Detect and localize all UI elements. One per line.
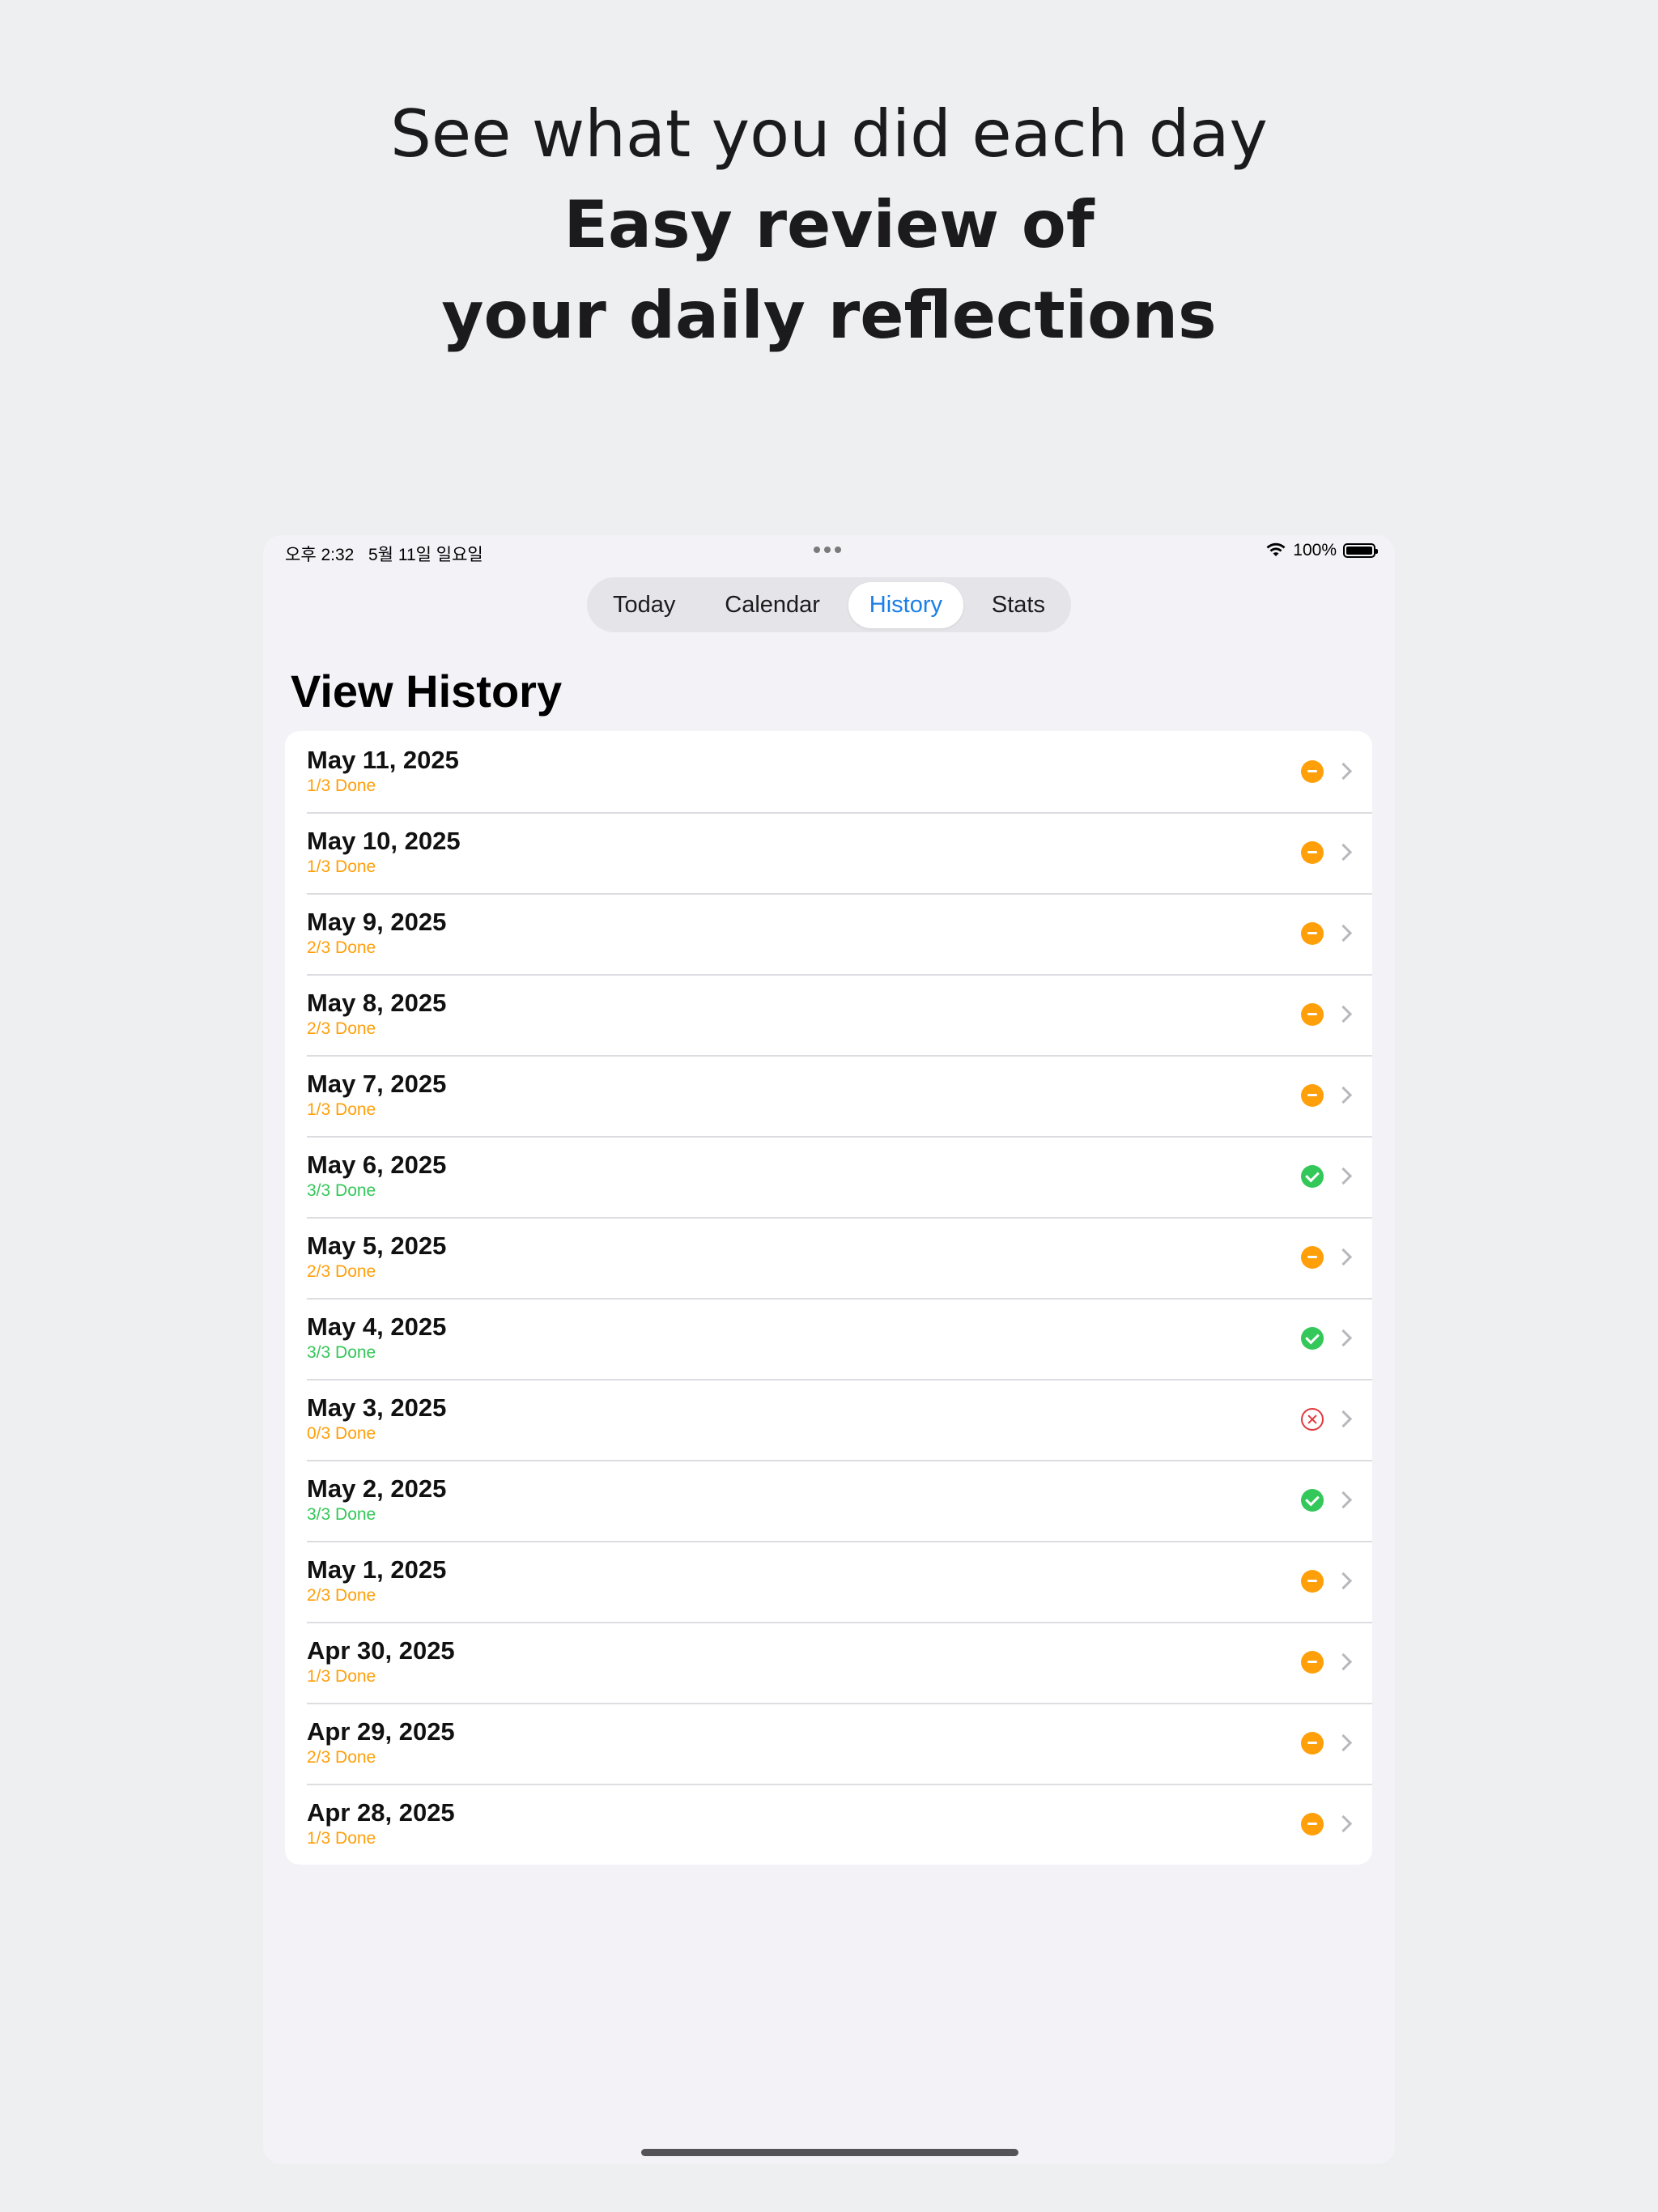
history-date: May 2, 2025 <box>307 1474 447 1503</box>
history-date: May 1, 2025 <box>307 1555 447 1584</box>
chevron-right-icon <box>1334 1005 1353 1023</box>
headline-line-2: Easy review of <box>563 187 1095 262</box>
home-indicator[interactable] <box>641 2149 1018 2156</box>
wifi-icon <box>1266 542 1286 556</box>
tab-history[interactable]: History <box>848 581 964 628</box>
list-item[interactable]: May 2, 2025 3/3 Done <box>285 1460 1372 1541</box>
tab-calendar[interactable]: Calendar <box>704 582 841 628</box>
list-item[interactable]: May 10, 2025 1/3 Done <box>285 812 1372 893</box>
chevron-right-icon <box>1334 1572 1353 1590</box>
battery-icon <box>1343 543 1378 558</box>
device-screen: 오후 2:32 5월 11일 일요일 100% Today Calendar H… <box>263 535 1395 2164</box>
minus-circle-icon <box>1301 760 1324 783</box>
minus-circle-icon <box>1301 1813 1324 1836</box>
history-date: May 9, 2025 <box>307 908 447 936</box>
history-status: 3/3 Done <box>307 1343 376 1362</box>
list-item[interactable]: Apr 28, 2025 1/3 Done <box>285 1784 1372 1865</box>
history-date: May 11, 2025 <box>307 746 459 774</box>
list-item[interactable]: May 6, 2025 3/3 Done <box>285 1136 1372 1217</box>
history-date: May 6, 2025 <box>307 1151 447 1179</box>
history-status: 3/3 Done <box>307 1181 376 1200</box>
list-item[interactable]: Apr 29, 2025 2/3 Done <box>285 1703 1372 1784</box>
status-date: 5월 11일 일요일 <box>368 546 483 564</box>
list-item[interactable]: May 9, 2025 2/3 Done <box>285 893 1372 974</box>
chevron-right-icon <box>1334 924 1353 942</box>
chevron-right-icon <box>1334 1491 1353 1509</box>
x-circle-icon <box>1301 1408 1324 1431</box>
marketing-headline: See what you did each day Easy review of… <box>0 89 1658 361</box>
multitasking-dots-icon[interactable] <box>814 547 841 553</box>
history-date: May 10, 2025 <box>307 827 461 855</box>
minus-circle-icon <box>1301 1570 1324 1593</box>
history-date: May 3, 2025 <box>307 1393 447 1422</box>
checkmark-circle-icon <box>1301 1489 1324 1512</box>
history-date: Apr 29, 2025 <box>307 1717 455 1746</box>
chevron-right-icon <box>1334 1248 1353 1266</box>
minus-circle-icon <box>1301 1084 1324 1107</box>
list-item[interactable]: May 8, 2025 2/3 Done <box>285 974 1372 1055</box>
page-title: View History <box>291 666 563 717</box>
history-date: May 8, 2025 <box>307 989 447 1017</box>
tab-stats[interactable]: Stats <box>971 582 1066 628</box>
history-status: 1/3 Done <box>307 1667 376 1686</box>
status-bar: 오후 2:32 5월 11일 일요일 100% <box>263 535 1395 568</box>
headline-line-3: your daily reflections <box>441 278 1217 353</box>
chevron-right-icon <box>1334 843 1353 861</box>
history-status: 1/3 Done <box>307 857 376 876</box>
checkmark-circle-icon <box>1301 1165 1324 1188</box>
history-status: 1/3 Done <box>307 1829 376 1848</box>
chevron-right-icon <box>1334 1086 1353 1104</box>
list-item[interactable]: Apr 30, 2025 1/3 Done <box>285 1622 1372 1703</box>
history-date: May 5, 2025 <box>307 1231 447 1260</box>
history-status: 2/3 Done <box>307 1748 376 1767</box>
list-item[interactable]: May 11, 2025 1/3 Done <box>285 731 1372 812</box>
history-list: May 11, 2025 1/3 Done May 10, 2025 1/3 Done… <box>285 731 1372 1865</box>
history-date: Apr 28, 2025 <box>307 1798 455 1827</box>
minus-circle-icon <box>1301 922 1324 945</box>
chevron-right-icon <box>1334 1653 1353 1671</box>
headline-line-1: See what you did each day <box>390 96 1268 172</box>
history-status: 1/3 Done <box>307 1100 376 1119</box>
minus-circle-icon <box>1301 1732 1324 1755</box>
list-item[interactable]: May 7, 2025 1/3 Done <box>285 1055 1372 1136</box>
history-date: May 4, 2025 <box>307 1312 447 1341</box>
history-status: 3/3 Done <box>307 1505 376 1524</box>
history-date: Apr 30, 2025 <box>307 1636 455 1665</box>
chevron-right-icon <box>1334 1329 1353 1347</box>
history-status: 2/3 Done <box>307 1586 376 1605</box>
chevron-right-icon <box>1334 1167 1353 1185</box>
history-status: 2/3 Done <box>307 938 376 957</box>
chevron-right-icon <box>1334 1814 1353 1833</box>
history-date: May 7, 2025 <box>307 1070 447 1098</box>
history-status: 2/3 Done <box>307 1019 376 1038</box>
checkmark-circle-icon <box>1301 1327 1324 1350</box>
chevron-right-icon <box>1334 762 1353 781</box>
chevron-right-icon <box>1334 1733 1353 1752</box>
history-status: 0/3 Done <box>307 1424 376 1443</box>
chevron-right-icon <box>1334 1410 1353 1428</box>
minus-circle-icon <box>1301 841 1324 864</box>
list-item[interactable]: May 3, 2025 0/3 Done <box>285 1379 1372 1460</box>
history-status: 2/3 Done <box>307 1262 376 1281</box>
status-time: 오후 2:32 <box>285 546 355 564</box>
status-right: 100% <box>1265 541 1378 560</box>
list-item[interactable]: May 1, 2025 2/3 Done <box>285 1541 1372 1622</box>
list-item[interactable]: May 4, 2025 3/3 Done <box>285 1298 1372 1379</box>
tab-today[interactable]: Today <box>592 582 696 628</box>
list-item[interactable]: May 5, 2025 2/3 Done <box>285 1217 1372 1298</box>
minus-circle-icon <box>1301 1003 1324 1026</box>
battery-percent: 100% <box>1293 541 1337 559</box>
minus-circle-icon <box>1301 1651 1324 1674</box>
tab-control: Today Calendar History Stats <box>587 577 1071 632</box>
minus-circle-icon <box>1301 1246 1324 1269</box>
history-status: 1/3 Done <box>307 776 376 795</box>
